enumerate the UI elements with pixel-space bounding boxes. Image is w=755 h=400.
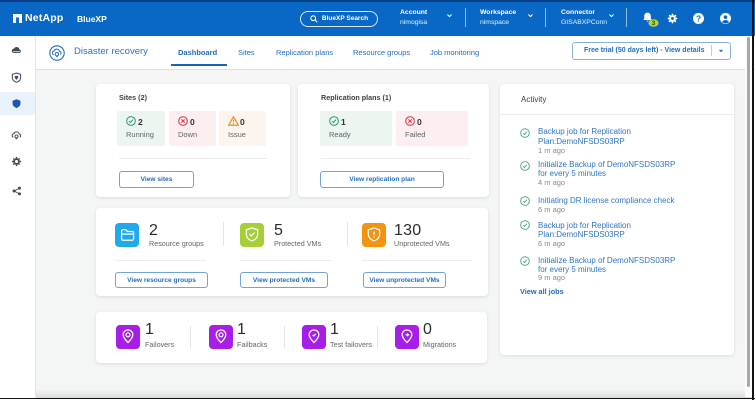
svg-text:3: 3 xyxy=(652,20,656,27)
svg-text:?: ? xyxy=(696,14,701,23)
